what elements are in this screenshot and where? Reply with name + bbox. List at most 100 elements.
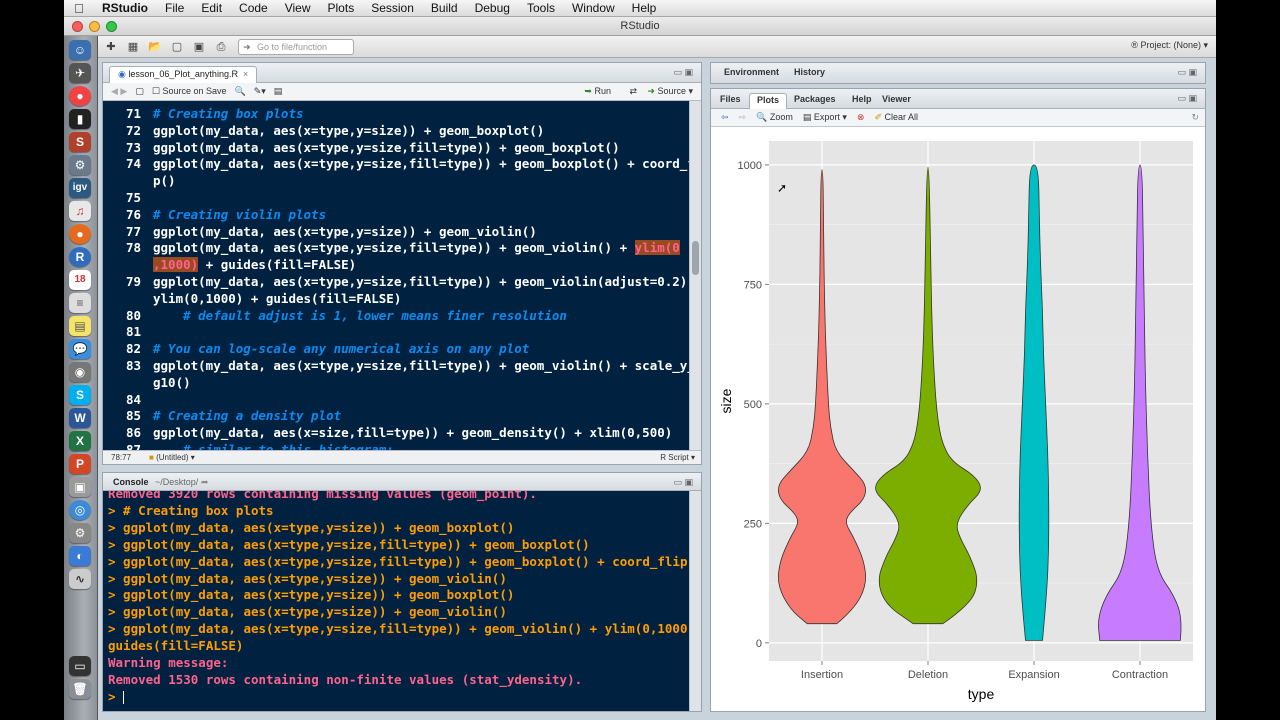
- trash-icon[interactable]: 🗑: [69, 679, 91, 699]
- tab-viewer[interactable]: Viewer: [875, 93, 918, 109]
- clear-all-button[interactable]: ✐ Clear All: [874, 112, 918, 123]
- code-tools-icon[interactable]: ✎▾: [254, 86, 266, 97]
- activity-monitor-icon[interactable]: ∿: [69, 569, 91, 589]
- itunes-icon[interactable]: ♫: [69, 201, 91, 221]
- menu-edit[interactable]: Edit: [193, 1, 231, 15]
- tab-plots[interactable]: Plots: [749, 93, 788, 109]
- open-file-icon[interactable]: 📂: [146, 39, 164, 55]
- desktop-frame:  RStudio File Edit Code View Plots Sess…: [64, 0, 1216, 720]
- menu-build[interactable]: Build: [423, 1, 467, 15]
- remove-plot-icon[interactable]: ⊗: [857, 112, 865, 123]
- word-icon[interactable]: W: [69, 408, 91, 428]
- skype-icon[interactable]: S: [69, 385, 91, 405]
- safari-icon[interactable]: ◎: [69, 500, 91, 520]
- calendar-icon[interactable]: 18: [69, 270, 91, 290]
- excel-icon[interactable]: X: [69, 431, 91, 451]
- app-icon[interactable]: ⚙: [69, 155, 91, 175]
- notes-icon[interactable]: ≡: [69, 293, 91, 313]
- sublime-icon[interactable]: S: [69, 132, 91, 152]
- next-plot-icon[interactable]: ⇨: [739, 112, 747, 123]
- new-file-icon[interactable]: ✚: [102, 39, 120, 55]
- chrome-icon[interactable]: ●: [69, 86, 91, 106]
- apple-icon[interactable]: : [64, 1, 94, 16]
- messages-icon[interactable]: 💬: [69, 339, 91, 359]
- console-goto-icon[interactable]: ➦: [201, 477, 209, 487]
- export-button[interactable]: ▤ Export ▾: [803, 112, 847, 123]
- menu-app-name[interactable]: RStudio: [94, 1, 157, 15]
- terminal-icon[interactable]: ▮: [69, 109, 91, 129]
- print-icon[interactable]: ⎙: [212, 39, 230, 55]
- save-all-icon[interactable]: ▣: [190, 39, 208, 55]
- tab-files[interactable]: Files: [713, 93, 748, 109]
- filetype-menu[interactable]: R Script ▾: [660, 451, 695, 464]
- tab-packages[interactable]: Packages: [787, 93, 843, 109]
- back-icon[interactable]: ◀ ▶: [111, 86, 127, 97]
- facetime-icon[interactable]: ◉: [69, 362, 91, 382]
- zoom-window-button[interactable]: [106, 21, 117, 32]
- menu-session[interactable]: Session: [363, 1, 423, 15]
- plots-pane: Files Plots Packages Help Viewer ▭ ▣ ⇦ ⇨…: [710, 88, 1206, 712]
- tab-history[interactable]: History: [787, 66, 832, 82]
- code-text: g10(): [153, 374, 191, 391]
- menu-code[interactable]: Code: [231, 1, 277, 15]
- code-text: p(): [153, 172, 176, 189]
- close-window-button[interactable]: [72, 21, 83, 32]
- save-file-icon[interactable]: ▢: [135, 86, 144, 97]
- tab-environment[interactable]: Environment: [717, 66, 786, 82]
- console-line-text: > # Creating box plots: [108, 502, 274, 518]
- code-text: # Creating a density plot: [153, 407, 341, 424]
- find-icon[interactable]: 🔍: [234, 86, 245, 97]
- tab-help[interactable]: Help: [845, 93, 879, 109]
- save-icon[interactable]: ▢: [168, 39, 186, 55]
- console-prompt[interactable]: >: [108, 688, 125, 705]
- goto-file-input[interactable]: ➜ Go to file/function: [238, 38, 354, 55]
- menu-debug[interactable]: Debug: [467, 1, 519, 15]
- filetype-label: R Script: [660, 453, 689, 462]
- code-text-main: ylim(0,1000) + guides(fill=FALSE): [153, 290, 402, 306]
- outline-icon[interactable]: ▤: [274, 86, 283, 97]
- source-button[interactable]: ➜ Source ▾: [647, 86, 693, 97]
- spotlight-icon[interactable]: ◐: [69, 546, 91, 566]
- console-window-controls[interactable]: ▭ ▣: [673, 473, 693, 491]
- x-tick-label: Expansion: [1008, 669, 1059, 681]
- previous-plot-icon[interactable]: ⇦: [721, 112, 729, 123]
- menu-plots[interactable]: Plots: [320, 1, 364, 15]
- scope-indicator[interactable]: ■ (Untitled) ▾: [149, 451, 195, 464]
- editor-scrollbar[interactable]: [689, 101, 701, 451]
- menu-file[interactable]: File: [157, 1, 193, 15]
- launchpad-icon[interactable]: ✈: [69, 63, 91, 83]
- refresh-icon[interactable]: ↻: [1191, 112, 1199, 123]
- r-icon[interactable]: R: [69, 247, 91, 267]
- code-editor[interactable]: 71 # Creating box plots 72 ggplot(my_data, …: [103, 101, 689, 451]
- stickies-icon[interactable]: ▤: [69, 316, 91, 336]
- igv-icon[interactable]: igv: [69, 178, 91, 198]
- monitor-icon[interactable]: ▭: [69, 656, 91, 676]
- close-tab-icon[interactable]: ×: [240, 69, 248, 79]
- source-on-save-checkbox[interactable]: ☐ Source on Save: [152, 86, 227, 97]
- run-button[interactable]: ➥ Run: [584, 86, 611, 97]
- console-output[interactable]: Removed 3920 rows containing missing val…: [103, 491, 689, 711]
- plots-window-controls[interactable]: ▭ ▣: [1177, 93, 1197, 104]
- project-menu[interactable]: ® Project: (None) ▾: [1131, 40, 1208, 51]
- menu-tools[interactable]: Tools: [519, 1, 564, 15]
- tab-lesson-file[interactable]: ◉ lesson_06_Plot_anything.R ×: [109, 66, 258, 83]
- editor-scroll-thumb[interactable]: [692, 241, 699, 275]
- menu-view[interactable]: View: [277, 1, 320, 15]
- code-text-main: # Creating violin plots: [153, 206, 327, 222]
- preview-icon[interactable]: ▣: [69, 477, 91, 497]
- pane-window-controls[interactable]: ▭ ▣: [673, 67, 693, 78]
- code-text-main: ggplot(my_data, aes(x=type,y=size,fill=t…: [153, 358, 689, 373]
- env-window-controls[interactable]: ▭ ▣: [1177, 67, 1197, 78]
- console-scrollbar[interactable]: [689, 491, 701, 711]
- system-preferences-icon[interactable]: ⚙: [69, 523, 91, 543]
- zoom-button[interactable]: 🔍 Zoom: [756, 112, 793, 123]
- firefox-icon[interactable]: ●: [69, 224, 91, 244]
- menu-window[interactable]: Window: [564, 1, 624, 15]
- minimize-window-button[interactable]: [89, 21, 100, 32]
- console-line-text: > ggplot(my_data, aes(x=type,y=size)) + …: [108, 570, 507, 586]
- powerpoint-icon[interactable]: P: [69, 454, 91, 474]
- menu-help[interactable]: Help: [624, 1, 666, 15]
- open-project-icon[interactable]: ▦: [124, 39, 142, 55]
- rerun-icon[interactable]: ⇄: [629, 86, 637, 97]
- finder-icon[interactable]: ☺: [69, 40, 91, 60]
